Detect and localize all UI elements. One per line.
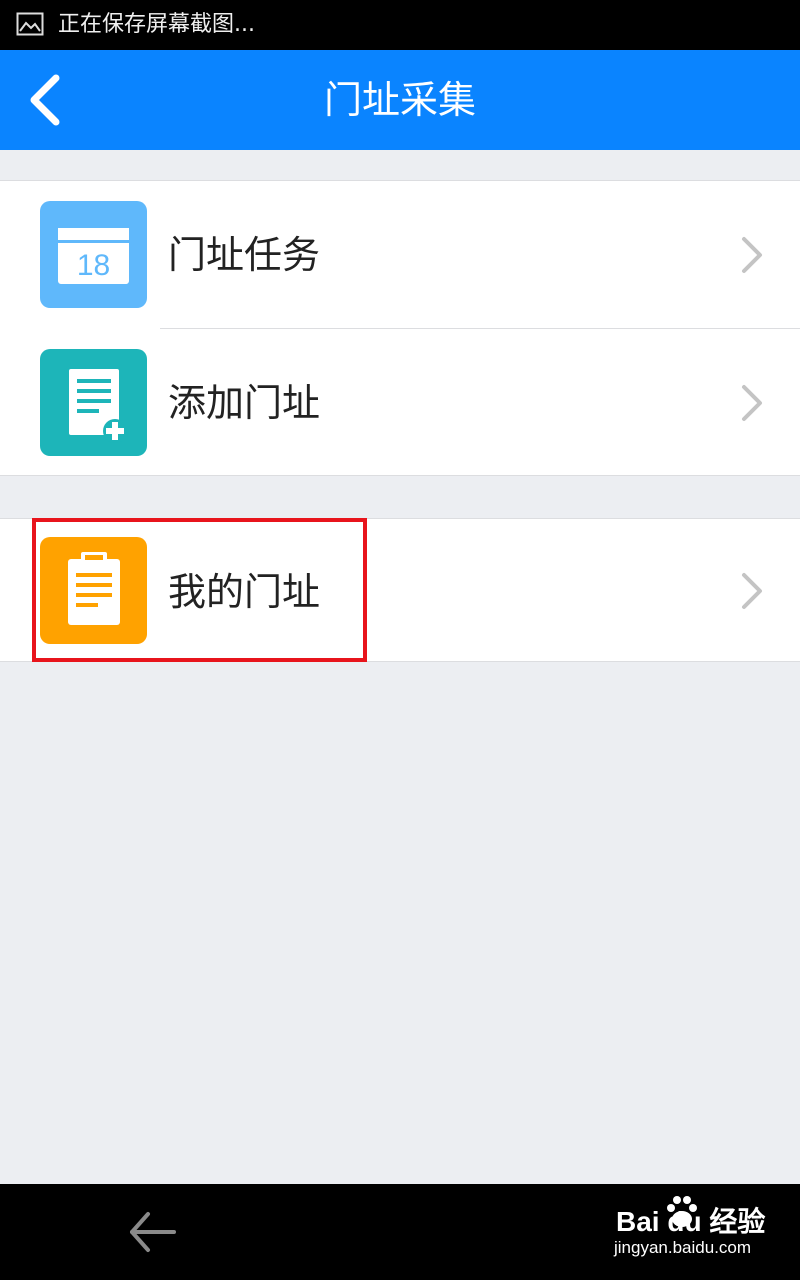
menu-group-primary: 18 门址任务 添加门址: [0, 180, 800, 476]
menu-item-label: 门址任务: [168, 233, 321, 277]
watermark-url: jingyan.baidu.com: [614, 1238, 752, 1257]
chevron-right-icon: [742, 237, 762, 273]
back-arrow-icon[interactable]: [126, 1208, 178, 1256]
title-bar: 门址采集: [0, 50, 800, 150]
back-chevron-icon[interactable]: [20, 70, 80, 130]
menu-item-label: 添加门址: [168, 381, 321, 425]
chevron-right-icon: [742, 385, 762, 421]
highlight-box: [32, 518, 367, 662]
calendar-icon: 18: [40, 201, 147, 308]
add-document-icon: [40, 349, 147, 456]
baidu-watermark: Bai du 经验 jingyan.baidu.com: [612, 1192, 792, 1272]
watermark-brand: Bai du 经验: [616, 1206, 766, 1237]
image-icon: [16, 12, 44, 36]
page-title: 门址采集: [323, 78, 476, 122]
status-bar: 正在保存屏幕截图...: [0, 0, 800, 50]
menu-item-address-task[interactable]: 18 门址任务: [0, 181, 800, 329]
menu-item-add-address[interactable]: 添加门址: [0, 329, 800, 477]
chevron-right-icon: [742, 573, 762, 609]
status-text: 正在保存屏幕截图...: [58, 12, 255, 37]
calendar-date-text: 18: [77, 249, 110, 282]
